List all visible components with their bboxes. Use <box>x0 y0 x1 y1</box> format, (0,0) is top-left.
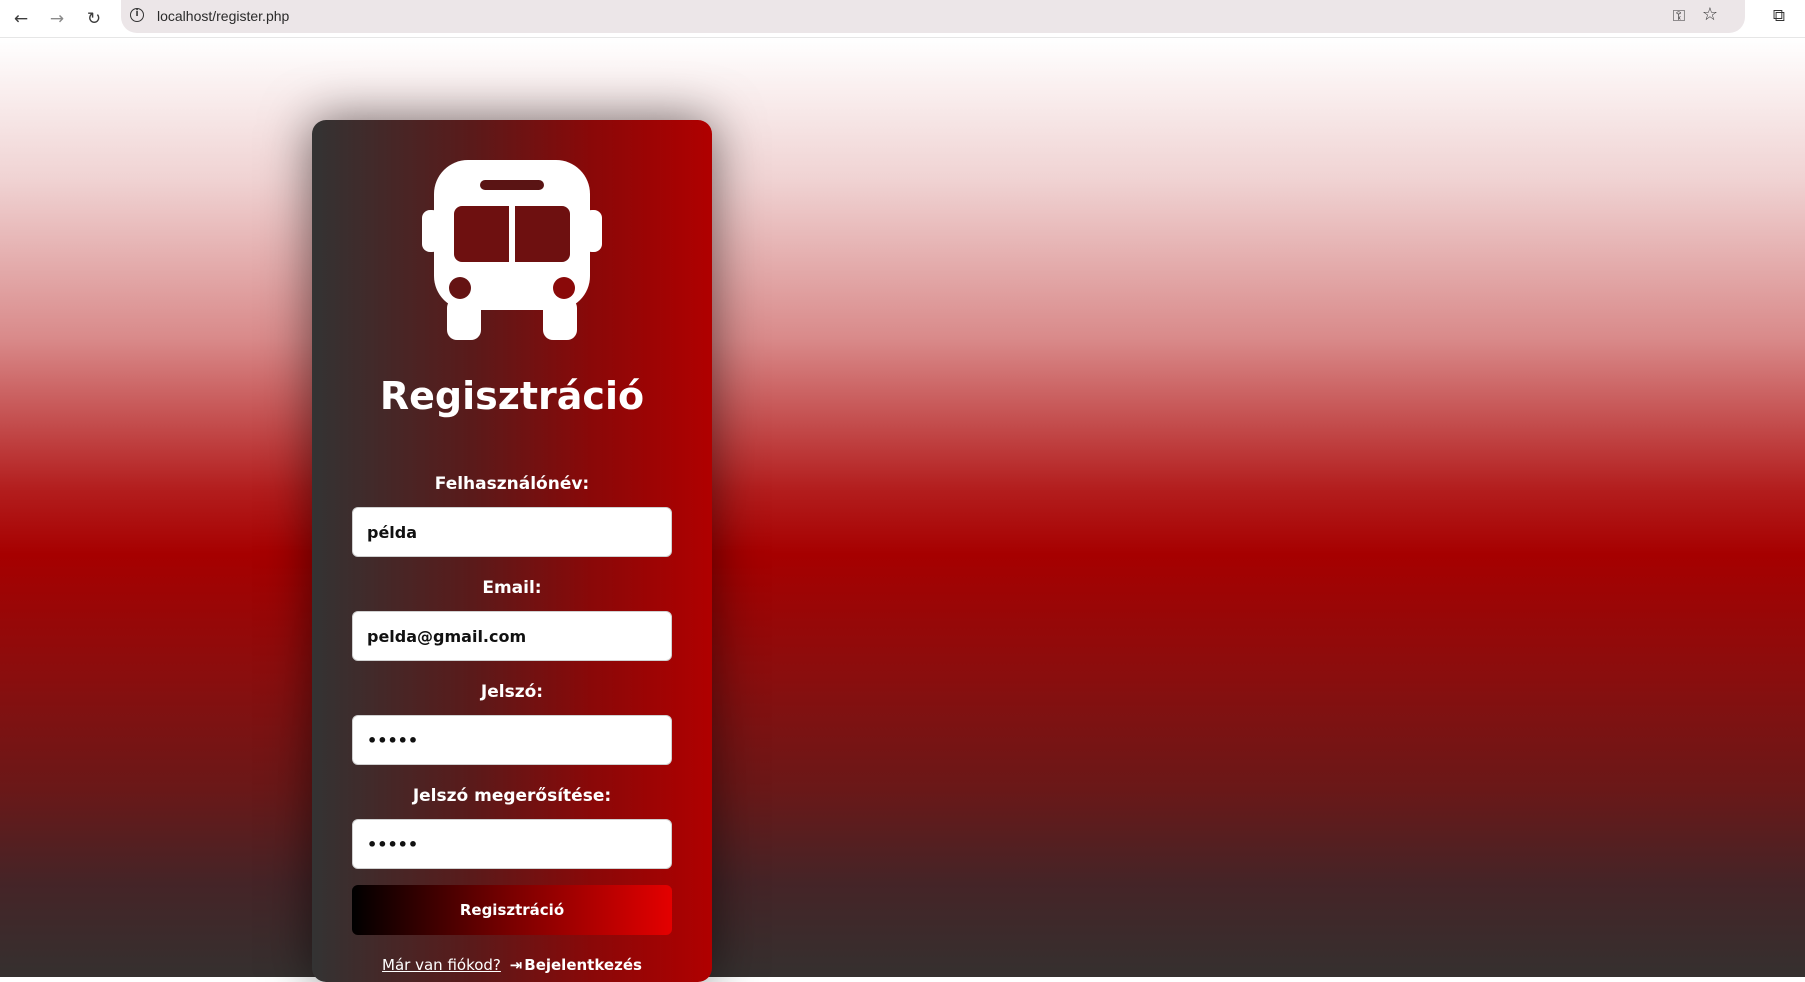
reload-icon[interactable]: ↻ <box>79 4 109 34</box>
register-card: Regisztráció Felhasználónév: példa Email… <box>312 120 712 982</box>
confirm-password-label: Jelszó megerősítése: <box>412 786 612 806</box>
password-label: Jelszó: <box>480 682 544 702</box>
already-have-account-link[interactable]: Már van fiókod? <box>382 956 501 974</box>
url-text[interactable]: localhost/register.php <box>157 8 289 24</box>
bookmark-star-icon[interactable]: ☆ <box>1702 4 1718 25</box>
username-input[interactable]: példa <box>352 507 672 557</box>
page-title: Regisztráció <box>379 374 645 418</box>
login-link[interactable]: Bejelentkezés <box>524 956 642 974</box>
bus-icon <box>422 160 602 340</box>
email-label: Email: <box>482 578 542 598</box>
confirm-password-input[interactable]: ••••• <box>352 819 672 869</box>
browser-toolbar: ← → ↻ i localhost/register.php ⚿ ☆ ⧉ <box>0 0 1805 38</box>
username-label: Felhasználónév: <box>434 474 590 494</box>
register-button[interactable]: Regisztráció <box>352 885 672 935</box>
forward-arrow-icon[interactable]: → <box>42 4 72 34</box>
login-prompt: Már van fiókod? ⇥ Bejelentkezés <box>312 956 712 974</box>
page-background: Regisztráció Felhasználónév: példa Email… <box>0 38 1805 982</box>
site-info-icon[interactable]: i <box>130 8 144 22</box>
email-input[interactable]: pelda@gmail.com <box>352 611 672 661</box>
password-input[interactable]: ••••• <box>352 715 672 765</box>
password-key-icon[interactable]: ⚿ <box>1673 6 1685 26</box>
extensions-icon[interactable]: ⧉ <box>1773 6 1785 26</box>
address-bar[interactable]: i localhost/register.php ⚿ ☆ <box>121 0 1745 33</box>
back-arrow-icon[interactable]: ← <box>6 4 36 34</box>
sign-in-icon[interactable]: ⇥ <box>510 956 523 974</box>
